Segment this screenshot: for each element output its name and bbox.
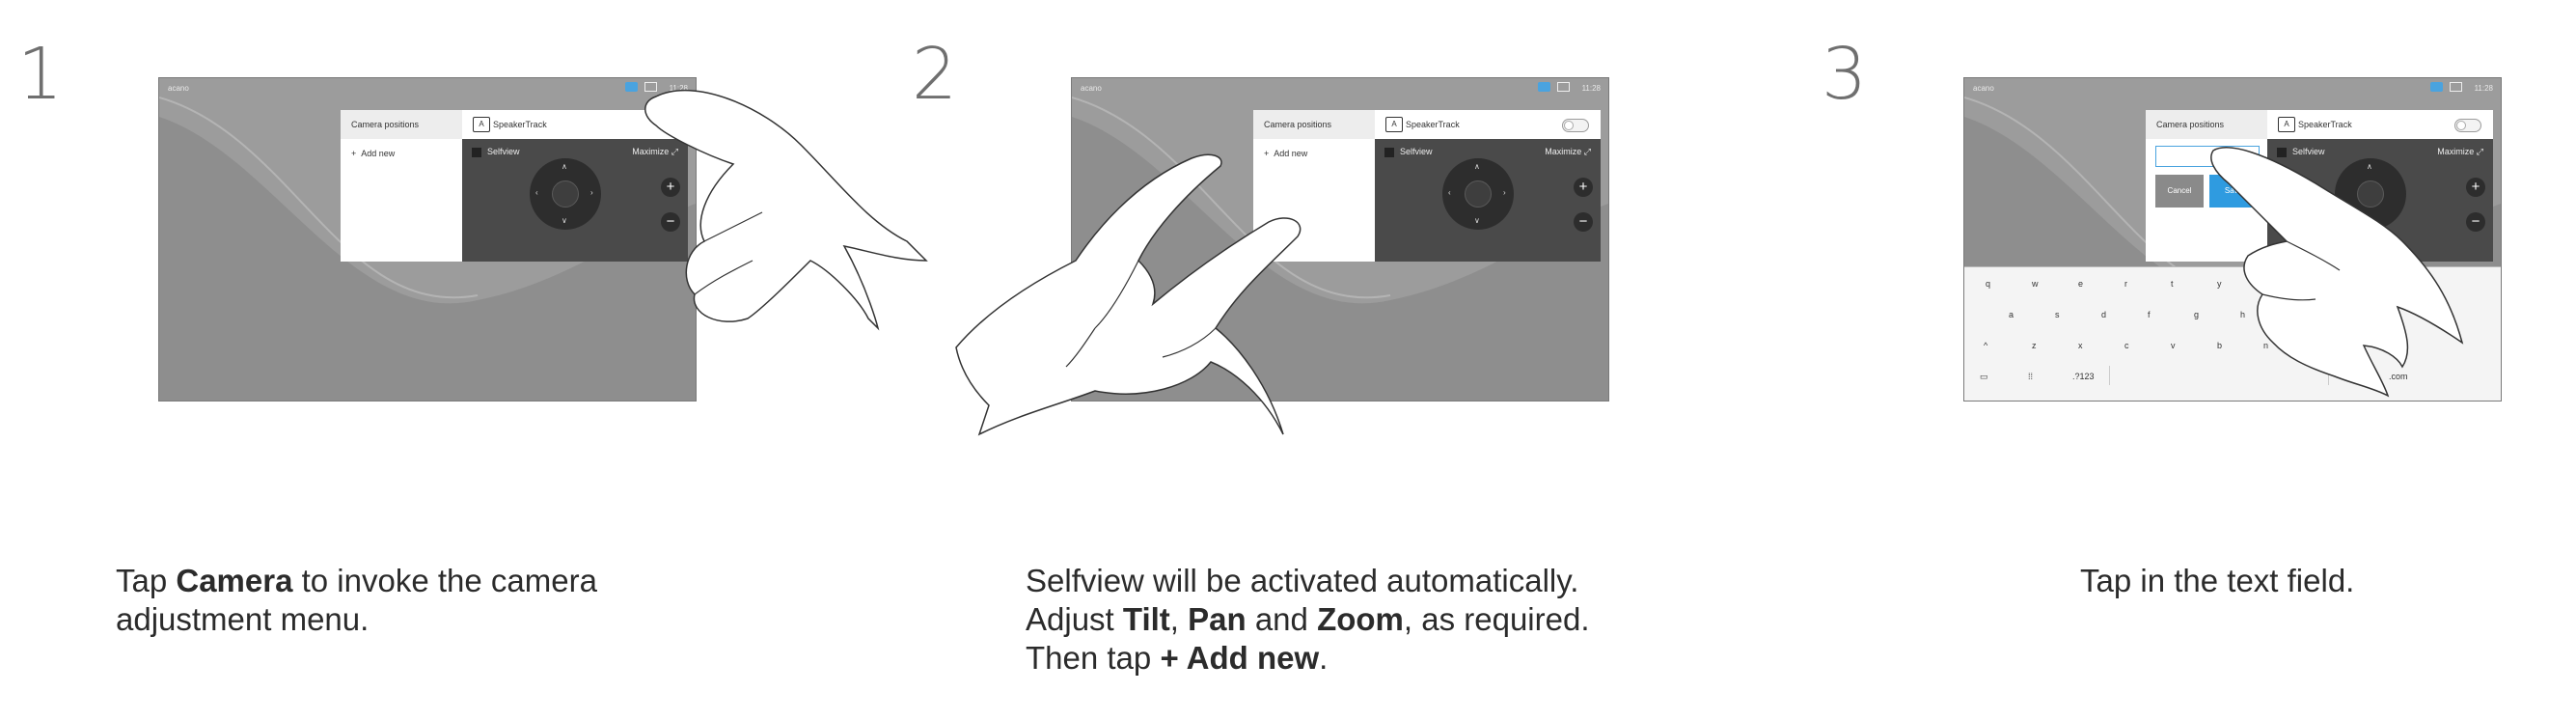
key-x[interactable]: x — [2078, 341, 2083, 350]
caption-step-3: Tap in the text field. — [2080, 563, 2355, 598]
keyboard-hide-icon[interactable]: ▭ — [1980, 372, 1988, 382]
tilt-down-icon[interactable]: ∨ — [562, 216, 567, 225]
key-s[interactable]: s — [2055, 310, 2060, 319]
key-d[interactable]: d — [2101, 310, 2106, 319]
cancel-button[interactable]: Cancel — [2155, 175, 2204, 208]
key-q[interactable]: q — [1986, 279, 1990, 289]
selfview-icon — [472, 147, 481, 157]
pan-left-icon[interactable]: ‹ — [1448, 188, 1451, 197]
emoji-grid-icon[interactable]: ⁞⁞ — [2028, 372, 2033, 381]
key-t[interactable]: t — [2171, 279, 2174, 289]
clock: 11:28 — [2474, 84, 2493, 93]
caption-bold-zoom: Zoom — [1317, 601, 1404, 637]
camera-icon[interactable] — [1538, 82, 1550, 92]
speakertrack-toggle[interactable] — [1562, 119, 1589, 132]
shift-icon[interactable]: ^ — [1984, 341, 1987, 350]
pan-right-icon[interactable]: › — [1503, 188, 1506, 197]
speakertrack-label: SpeakerTrack — [1406, 120, 1460, 129]
key-r[interactable]: r — [2124, 279, 2127, 289]
caption-bold-tilt: Tilt — [1122, 601, 1170, 637]
video-icon[interactable] — [1557, 82, 1570, 92]
zoom-out-button[interactable]: − — [1574, 212, 1593, 232]
brand-label: acano — [1973, 84, 1994, 93]
key-g[interactable]: g — [2194, 310, 2199, 319]
tilt-up-icon[interactable]: ∧ — [1474, 162, 1480, 171]
camera-panel: Camera positions + Add new A SpeakerTrac… — [341, 110, 688, 262]
screenshot-step-1: acano 11:28 Camera positions + Add new A… — [158, 77, 697, 402]
step-number-1: 1 — [17, 33, 64, 116]
ptz-control[interactable]: ∧ ∨ ‹ › — [1442, 158, 1514, 230]
speakertrack-label: SpeakerTrack — [2298, 120, 2352, 129]
camera-positions-header: Camera positions — [1253, 110, 1375, 139]
key-e[interactable]: e — [2078, 279, 2083, 289]
camera-positions-sidebar: Camera positions + Add new — [341, 110, 462, 262]
add-new-item[interactable]: + Add new — [341, 139, 462, 158]
brand-label: acano — [168, 84, 189, 93]
speakertrack-icon: A — [473, 117, 490, 132]
step-number-3: 3 — [1822, 33, 1868, 116]
hand-illustration-3 — [2210, 147, 2464, 398]
camera-positions-header: Camera positions — [341, 110, 462, 139]
pan-right-icon[interactable]: › — [590, 188, 593, 197]
caption-bold-add-new: + Add new — [1160, 640, 1320, 676]
key-f[interactable]: f — [2148, 310, 2151, 319]
key-v[interactable]: v — [2171, 341, 2176, 350]
speakertrack-label: SpeakerTrack — [493, 120, 547, 129]
speakertrack-icon: A — [1385, 117, 1403, 132]
add-new-label: Add new — [361, 149, 396, 158]
ptz-control[interactable]: ∧ ∨ ‹ › — [530, 158, 601, 230]
video-icon[interactable] — [2450, 82, 2462, 92]
camera-icon[interactable] — [2430, 82, 2443, 92]
selfview-area: A SpeakerTrack Selfview Maximize ⤢ ∧ ∨ ‹… — [1375, 110, 1601, 262]
key-c[interactable]: c — [2124, 341, 2129, 350]
hand-illustration-2 — [955, 153, 1302, 436]
caption-bold-pan: Pan — [1188, 601, 1247, 637]
top-bar: acano 11:28 — [159, 78, 696, 99]
top-bar: acano 11:28 — [1964, 78, 2501, 99]
numeric-key[interactable]: .?123 — [2072, 372, 2095, 381]
speakertrack-icon: A — [2278, 117, 2295, 132]
caption-bold-camera: Camera — [176, 563, 293, 598]
key-w[interactable]: w — [2032, 279, 2039, 289]
tilt-down-icon[interactable]: ∨ — [1474, 216, 1480, 225]
clock: 11:28 — [1581, 84, 1601, 93]
maximize-button[interactable]: Maximize ⤢ — [1545, 147, 1591, 157]
top-bar: acano 11:28 — [1072, 78, 1608, 99]
selfview-label: Selfview — [472, 147, 520, 157]
hand-illustration-1 — [644, 89, 928, 331]
zoom-in-button[interactable]: + — [1574, 178, 1593, 197]
speakertrack-row: A SpeakerTrack — [1375, 110, 1601, 139]
pan-left-icon[interactable]: ‹ — [535, 188, 538, 197]
brand-label: acano — [1081, 84, 1102, 93]
step-number-2: 2 — [912, 33, 958, 116]
speakertrack-toggle[interactable] — [2454, 119, 2481, 132]
key-z[interactable]: z — [2032, 341, 2037, 350]
caption-step-2: Selfview will be activated automatically… — [1026, 563, 1590, 676]
caption-step-1: Tap Camera to invoke the camera adjustme… — [116, 563, 597, 637]
key-a[interactable]: a — [2009, 310, 2014, 319]
tilt-up-icon[interactable]: ∧ — [562, 162, 567, 171]
